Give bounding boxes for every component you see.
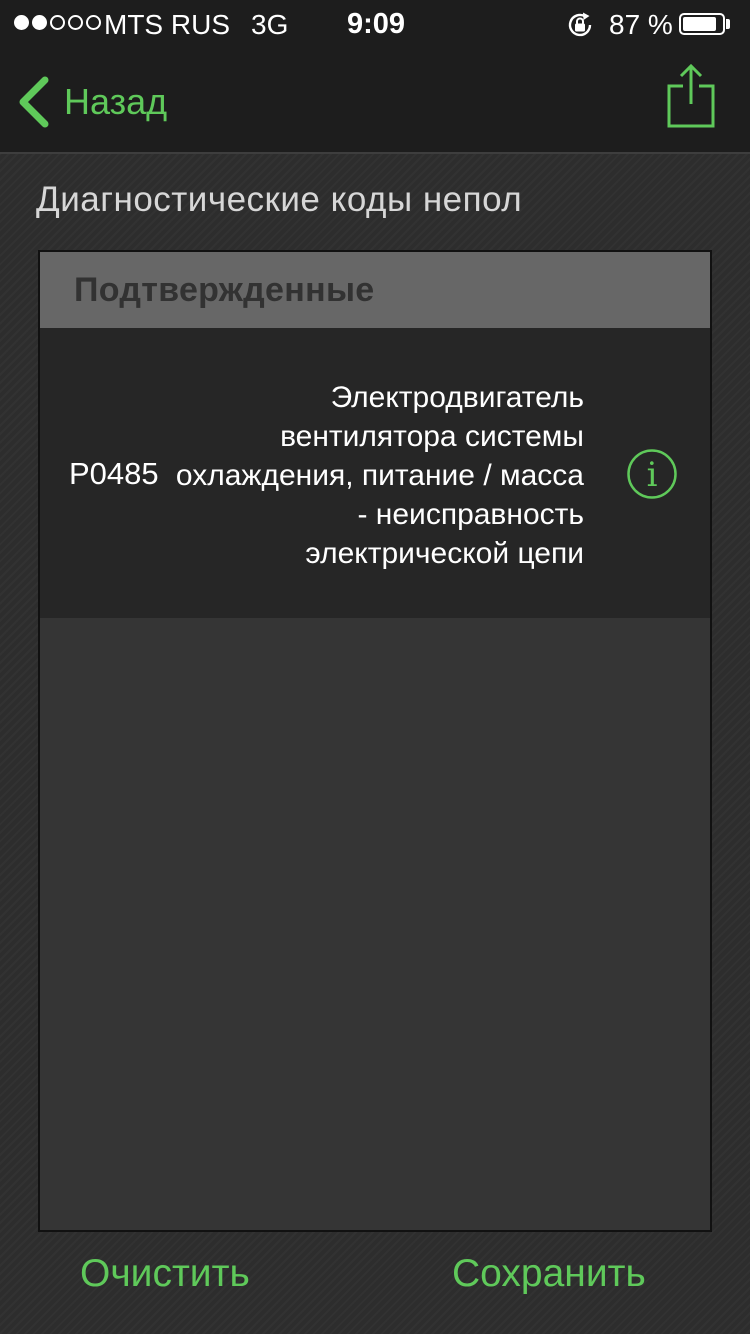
- signal-strength-icon: [14, 15, 101, 30]
- rotation-lock-icon: [568, 12, 592, 37]
- chevron-left-icon: [19, 76, 49, 128]
- code-value: P0485: [69, 456, 159, 491]
- clear-button[interactable]: Очистить: [80, 1252, 250, 1296]
- code-row[interactable]: P0485 Электродвигатель вентилятора систе…: [40, 328, 710, 618]
- panel-header: Подтвержденные: [40, 252, 710, 328]
- back-button[interactable]: Назад: [14, 76, 167, 128]
- codes-panel: Подтвержденные P0485 Электродвигатель ве…: [38, 250, 712, 1232]
- battery-fill: [683, 17, 717, 31]
- status-time: 9:09: [347, 8, 406, 40]
- back-button-label: Назад: [64, 81, 168, 122]
- navigation-bar: Назад: [0, 50, 750, 154]
- screen: MTS RUS 3G 9:09 87 % Назад Диагностическ…: [0, 0, 750, 1334]
- section-title: Диагностические коды непол: [36, 180, 523, 219]
- battery-tip: [726, 19, 730, 29]
- code-description: Электродвигатель вентилятора системы охл…: [175, 381, 584, 570]
- signal-dot: [14, 15, 29, 30]
- info-icon[interactable]: i: [626, 448, 678, 500]
- signal-dot: [32, 15, 47, 30]
- signal-dot: [50, 15, 65, 30]
- battery-percent: 87 %: [609, 9, 673, 40]
- status-bar: MTS RUS 3G 9:09 87 %: [0, 0, 750, 50]
- network-type: 3G: [251, 9, 289, 40]
- signal-dot: [68, 15, 83, 30]
- carrier-name: MTS RUS: [104, 9, 230, 40]
- share-icon[interactable]: [664, 62, 718, 132]
- battery-icon: [679, 13, 725, 35]
- signal-dot: [86, 15, 101, 30]
- save-button[interactable]: Сохранить: [452, 1252, 646, 1296]
- svg-text:i: i: [647, 455, 658, 495]
